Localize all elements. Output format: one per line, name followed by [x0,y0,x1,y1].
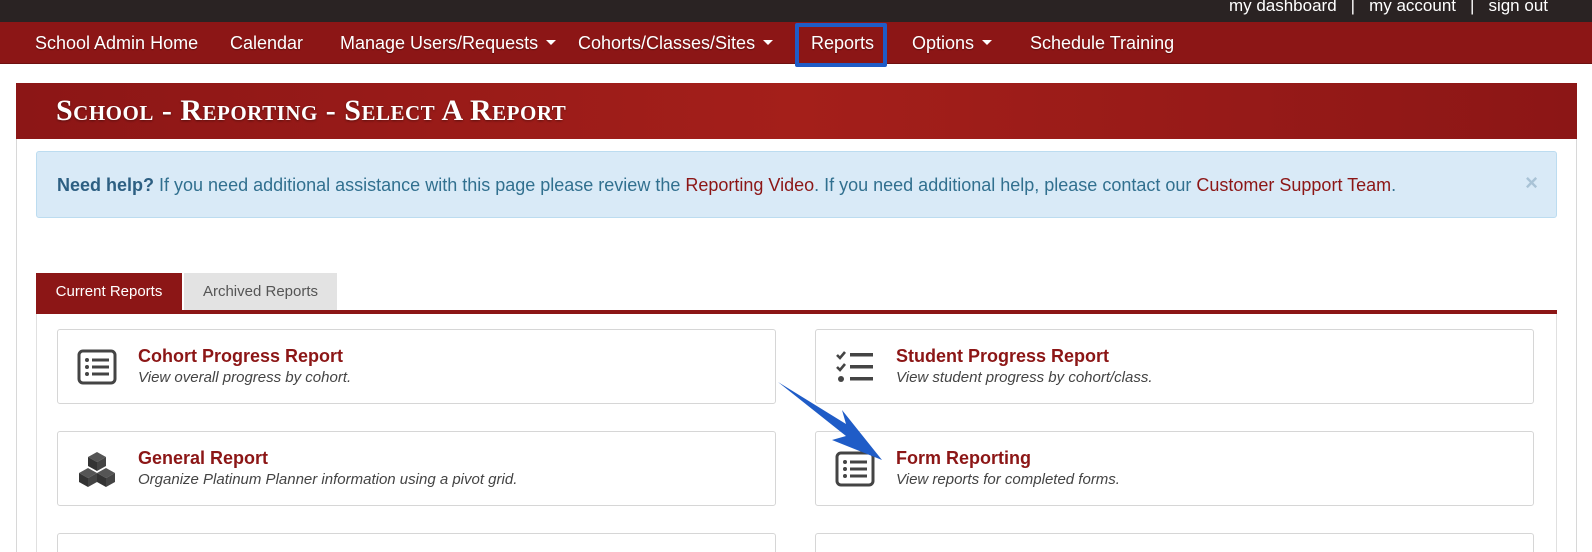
nav-label: School Admin Home [35,33,199,53]
nav-label: Schedule Training [1030,33,1175,53]
cubes-icon [79,452,115,487]
caret-down-icon [546,39,557,45]
report-card-student-progress[interactable]: Student Progress Report View student pro… [815,329,1534,404]
help-alert: Need help? If you need additional assist… [36,151,1557,218]
reporting-video-link[interactable]: Reporting Video [685,175,814,195]
help-text-part: If you need additional assistance with t… [154,175,686,195]
list-alt-icon [77,349,117,385]
report-card-partial[interactable] [57,533,776,552]
nav-label: Manage Users/Requests [340,33,539,53]
my-account-link[interactable]: my account [1369,0,1456,16]
link-separator: | [1350,0,1356,15]
tab-archived-reports[interactable]: Archived Reports [184,273,337,311]
nav-label: Calendar [230,33,304,53]
nav-calendar[interactable]: Calendar [230,22,303,64]
nav-school-admin-home[interactable]: School Admin Home [35,22,198,64]
report-card-partial[interactable] [815,533,1534,552]
top-utility-bar: my dashboard | my account | sign out [0,0,1592,22]
page-title: School - Reporting - Select A Report [56,94,567,127]
close-icon[interactable]: × [1525,170,1538,196]
nav-label: Cohorts/Classes/Sites [578,33,756,53]
nav-schedule-training[interactable]: Schedule Training [1030,22,1174,64]
report-description: View overall progress by cohort. [138,369,352,386]
account-links: my dashboard | my account | sign out [1229,0,1548,16]
panel-header: School - Reporting - Select A Report [16,83,1577,139]
nav-cohorts-classes-sites[interactable]: Cohorts/Classes/Sites [578,22,774,64]
report-card-general[interactable]: General Report Organize Platinum Planner… [57,431,776,506]
report-title[interactable]: Cohort Progress Report [138,346,343,367]
checklist-icon [836,351,873,382]
nav-label: Options [912,33,975,53]
caret-down-icon [763,39,774,45]
nav-manage-users[interactable]: Manage Users/Requests [340,22,557,64]
report-title[interactable]: Form Reporting [896,448,1031,469]
help-text-part: . If you need additional help, please co… [814,175,1197,195]
caret-down-icon [982,39,993,45]
report-description: Organize Platinum Planner information us… [138,471,518,488]
tab-current-reports[interactable]: Current Reports [36,273,182,311]
report-card-form-reporting[interactable]: Form Reporting View reports for complete… [815,431,1534,506]
help-text-part: . [1391,175,1397,195]
report-title[interactable]: General Report [138,448,268,469]
customer-support-link[interactable]: Customer Support Team [1196,175,1391,195]
report-description: View student progress by cohort/class. [896,369,1153,386]
help-text: Need help? If you need additional assist… [57,152,1396,219]
report-card-cohort-progress[interactable]: Cohort Progress Report View overall prog… [57,329,776,404]
link-separator: | [1470,0,1475,15]
report-title[interactable]: Student Progress Report [896,346,1109,367]
sign-out-link[interactable]: sign out [1488,0,1548,16]
list-alt-icon [835,451,875,487]
reports-highlight-box [795,23,887,67]
help-lead: Need help? [57,175,155,195]
report-description: View reports for completed forms. [896,471,1120,488]
nav-options[interactable]: Options [912,22,993,64]
my-dashboard-link[interactable]: my dashboard [1229,0,1337,16]
